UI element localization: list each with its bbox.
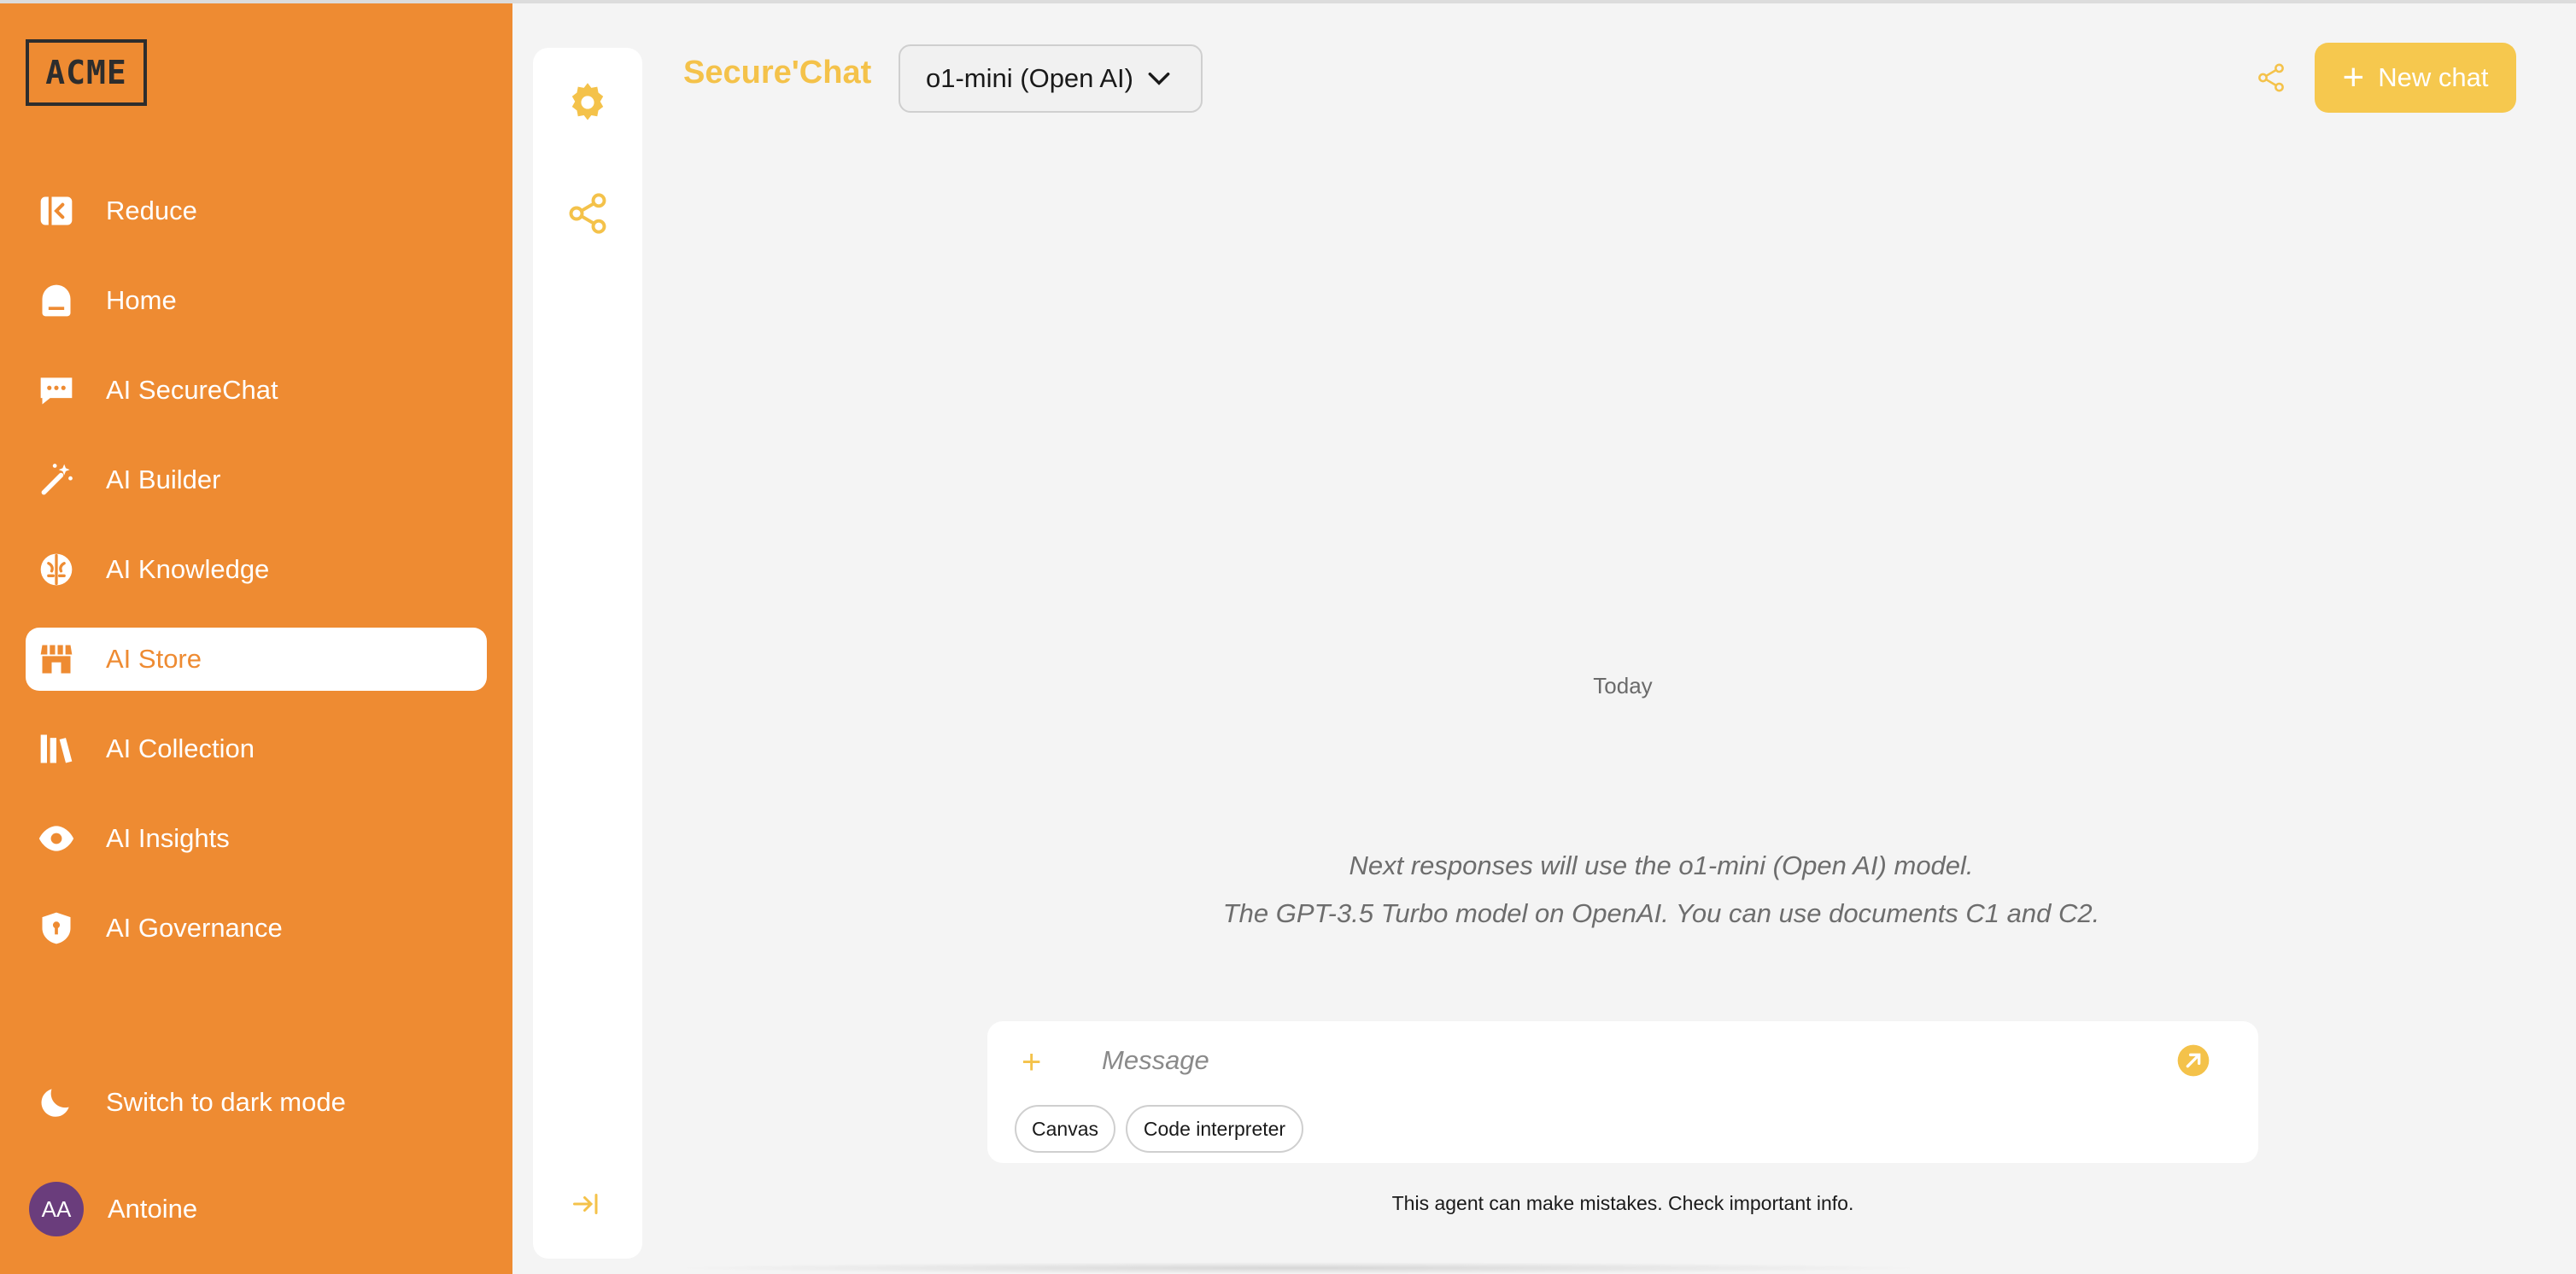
brand-title: Secure'Chat [683, 55, 872, 91]
sidebar-item-label: AI SecureChat [106, 375, 278, 405]
send-icon[interactable] [2176, 1043, 2210, 1078]
shield-icon [38, 909, 75, 947]
share-icon[interactable] [565, 191, 610, 236]
moon-icon [41, 1089, 69, 1117]
new-chat-label: New chat [2378, 62, 2489, 92]
sidebar-nav: Reduce Home AI SecureChat AI Builder AI … [26, 179, 487, 986]
home-icon [38, 282, 75, 319]
sidebar-item-label: AI Builder [106, 465, 221, 494]
sidebar-item-label: Reduce [106, 196, 197, 225]
sidebar-item-ai-governance[interactable]: AI Governance [26, 897, 487, 960]
store-icon [38, 640, 75, 678]
sidebar-item-ai-insights[interactable]: AI Insights [26, 807, 487, 870]
sidebar-item-label: AI Store [106, 644, 202, 674]
chevron-down-icon [1148, 72, 1170, 85]
model-notice: Next responses will use the o1-mini (Ope… [1110, 842, 2212, 938]
date-divider: Today [1593, 673, 1653, 698]
model-selector[interactable]: o1-mini (Open AI) [899, 44, 1203, 113]
sidebar-item-reduce[interactable]: Reduce [26, 179, 487, 243]
sidebar-item-ai-knowledge[interactable]: AI Knowledge [26, 538, 487, 601]
brain-icon [38, 551, 75, 588]
expand-panel-icon[interactable] [571, 1189, 601, 1219]
chat-bubble-icon [38, 371, 75, 409]
eye-icon [38, 820, 75, 857]
sidebar-item-ai-collection[interactable]: AI Collection [26, 717, 487, 780]
sidebar-item-home[interactable]: Home [26, 269, 487, 332]
sidebar: ACME Reduce Home AI SecureChat AI Builde… [0, 3, 512, 1274]
code-interpreter-chip[interactable]: Code interpreter [1126, 1105, 1303, 1153]
settings-gear-icon[interactable] [565, 80, 610, 125]
plus-icon: + [2342, 56, 2365, 98]
sidebar-item-ai-securechat[interactable]: AI SecureChat [26, 359, 487, 422]
sidebar-item-label: AI Governance [106, 913, 283, 943]
model-selector-value: o1-mini (Open AI) [926, 63, 1133, 93]
dark-mode-toggle[interactable]: Switch to dark mode [38, 1084, 346, 1121]
canvas-chip[interactable]: Canvas [1015, 1105, 1115, 1153]
footer-shadow [666, 1262, 1930, 1274]
acme-logo: ACME [26, 39, 147, 106]
disclaimer-text: This agent can make mistakes. Check impo… [1391, 1192, 1854, 1214]
message-composer: + Message Canvas Code interpreter [987, 1021, 2258, 1163]
sidebar-item-label: Home [106, 285, 177, 315]
user-name: Antoine [108, 1194, 198, 1224]
avatar: AA [29, 1182, 84, 1236]
dark-mode-label: Switch to dark mode [106, 1087, 346, 1117]
sidebar-item-ai-builder[interactable]: AI Builder [26, 448, 487, 511]
magic-wand-icon [38, 461, 75, 499]
model-notice-line: Next responses will use the o1-mini (Ope… [1349, 850, 1974, 880]
books-icon [38, 730, 75, 768]
sidebar-item-label: AI Insights [106, 823, 230, 853]
share-icon[interactable] [2255, 61, 2287, 94]
model-notice-line: The GPT-3.5 Turbo model on OpenAI. You c… [1222, 898, 2100, 928]
message-input[interactable]: Message [1102, 1045, 1209, 1076]
sidebar-item-label: AI Collection [106, 733, 255, 763]
attach-plus-icon[interactable]: + [1022, 1043, 1041, 1082]
collapse-sidebar-icon [38, 192, 75, 230]
user-profile[interactable]: AA Antoine [29, 1182, 197, 1236]
tool-rail [533, 48, 642, 1259]
new-chat-button[interactable]: + New chat [2315, 43, 2516, 113]
sidebar-item-label: AI Knowledge [106, 554, 270, 584]
sidebar-item-ai-store[interactable]: AI Store [26, 628, 487, 691]
